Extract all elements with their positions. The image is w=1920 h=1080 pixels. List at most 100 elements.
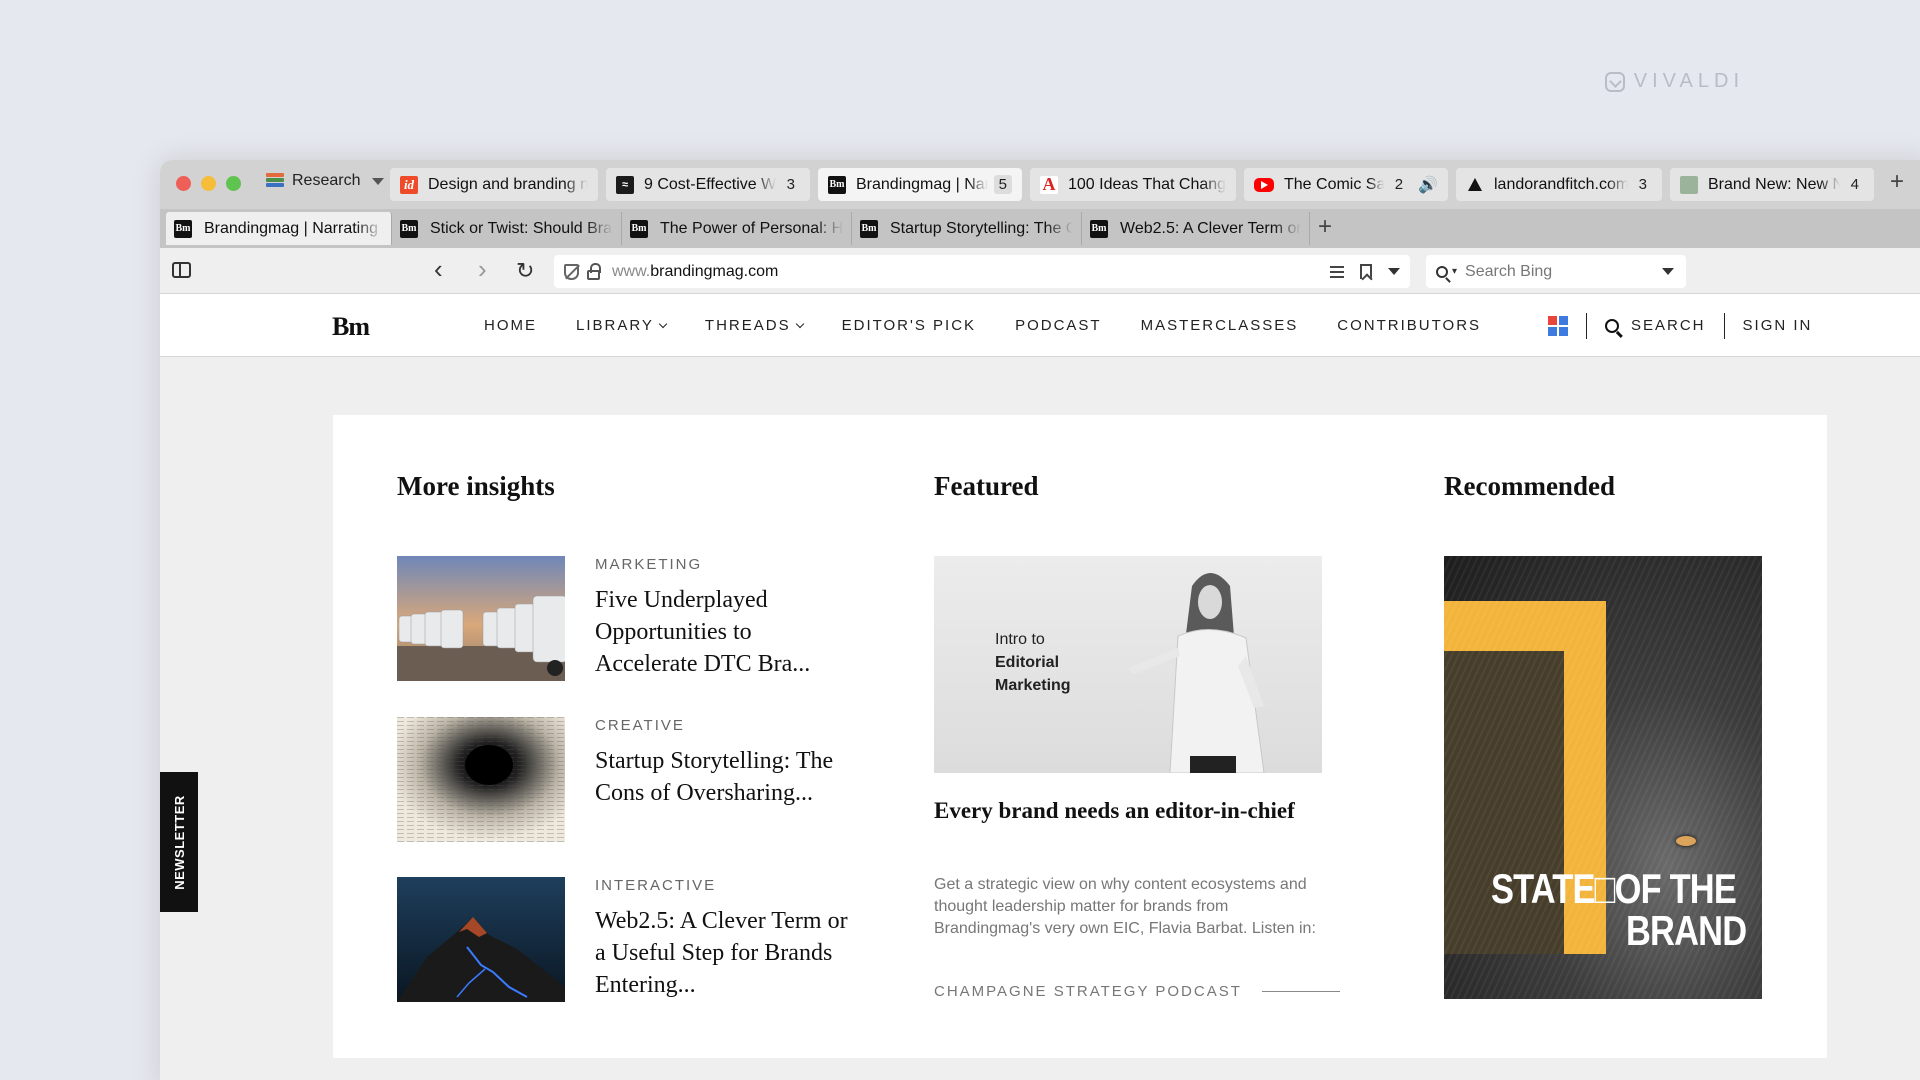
chevron-down-icon[interactable] — [372, 177, 385, 185]
tab[interactable]: A 100 Ideas That Changed — [1030, 168, 1236, 201]
search-input[interactable]: ▾ Search Bing — [1426, 255, 1686, 288]
brandnew-favicon-icon — [1680, 175, 1698, 194]
featured-image[interactable]: Intro to Editorial Marketing — [934, 556, 1322, 773]
insight-thumbnail[interactable] — [397, 717, 565, 842]
tab-count: 3 — [786, 176, 795, 193]
nav-threads[interactable]: THREADS — [705, 317, 804, 334]
minimize-window-button[interactable] — [201, 176, 216, 191]
divider — [1261, 991, 1340, 992]
search-icon — [1436, 265, 1448, 278]
panel-icon — [172, 262, 191, 278]
tab[interactable]: The Comic Sans 2 🔊 — [1244, 168, 1448, 201]
stack-tab[interactable]: Bm The Power of Personal: Ho — [622, 212, 852, 245]
insight-title[interactable]: Web2.5: A Clever Term or a Useful Step f… — [595, 905, 855, 1001]
divider — [1586, 312, 1587, 339]
tab[interactable]: landorandfitch.com 3 — [1456, 168, 1662, 201]
insight-category[interactable]: CREATIVE — [595, 717, 685, 734]
chevron-down-icon[interactable] — [1662, 268, 1674, 275]
cw-favicon-icon: ≈ — [616, 175, 634, 194]
brandingmag-favicon-icon: Bm — [630, 219, 648, 238]
a-favicon-icon: A — [1040, 174, 1058, 194]
brand-grid-icon[interactable] — [1548, 315, 1568, 336]
section-title-featured: Featured — [934, 471, 1039, 501]
reader-view-icon[interactable] — [1330, 265, 1344, 278]
tab-count: 5 — [993, 175, 1012, 194]
speaker-icon[interactable]: 🔊 — [1418, 175, 1438, 195]
chevron-down-icon — [795, 319, 804, 328]
id-favicon-icon: id — [400, 175, 418, 194]
stack-tab[interactable]: Bm Startup Storytelling: The C — [852, 212, 1082, 245]
tab[interactable]: Brand New: New Na 4 — [1670, 168, 1874, 201]
stack-tab[interactable]: Bm Web2.5: A Clever Term or a — [1082, 212, 1310, 245]
url-domain: brandingmag.com — [650, 262, 779, 280]
address-field[interactable]: www. brandingmag.com — [554, 255, 1410, 288]
tab-count: 2 — [1394, 176, 1404, 193]
back-arrow-icon: ‹ — [434, 254, 443, 284]
divider — [1723, 312, 1725, 339]
search-engine-chevron-icon: ▾ — [1452, 266, 1458, 277]
bookmark-icon[interactable] — [1360, 264, 1372, 279]
tab[interactable]: ≈ 9 Cost-Effective Wa 3 — [606, 168, 810, 201]
landor-favicon-icon — [1466, 176, 1484, 194]
tracker-blocker-icon[interactable] — [564, 263, 579, 280]
chevron-down-icon — [658, 319, 668, 328]
newsletter-tab[interactable]: NEWSLETTER — [160, 772, 198, 912]
tab-active[interactable]: Bm Brandingmag | Narr 5 — [818, 168, 1022, 201]
insight-item[interactable]: MARKETING Five Underplayed Opportunities… — [397, 556, 867, 682]
featured-title[interactable]: Every brand needs an editor-in-chief — [934, 796, 1314, 825]
insight-thumbnail[interactable] — [397, 877, 565, 1002]
insight-category[interactable]: INTERACTIVE — [595, 877, 716, 894]
featured-description: Get a strategic view on why content ecos… — [934, 876, 1316, 937]
main-nav: HOME LIBRARY THREADS EDITOR'S PICK PODCA… — [484, 294, 1481, 357]
search-icon — [1605, 318, 1619, 333]
content-card: More insights Featured Recommended MARKE… — [333, 415, 1827, 1058]
site-logo[interactable]: Bm — [332, 312, 370, 342]
tab-count: 3 — [1638, 176, 1647, 193]
featured-podcast-link[interactable]: CHAMPAGNE STRATEGY PODCAST — [934, 983, 1340, 1000]
vivaldi-wordmark: VIVALDI — [1633, 70, 1744, 92]
new-tab-plus-icon[interactable]: + — [1890, 170, 1904, 194]
close-window-button[interactable] — [176, 176, 191, 191]
recommended-title-line2: BRAND — [1626, 907, 1747, 954]
nav-library[interactable]: LIBRARY — [576, 317, 668, 334]
search-placeholder: Search Bing — [1465, 262, 1553, 280]
window-controls — [176, 176, 241, 191]
brandingmag-favicon-icon: Bm — [174, 219, 192, 238]
maximize-window-button[interactable] — [226, 176, 241, 191]
insight-thumbnail[interactable] — [397, 556, 565, 681]
site-search-button[interactable]: SEARCH — [1605, 317, 1706, 334]
brandingmag-favicon-icon: Bm — [400, 219, 418, 238]
tab-count: 4 — [1850, 176, 1859, 193]
nav-contributors[interactable]: CONTRIBUTORS — [1337, 317, 1481, 334]
insight-title[interactable]: Five Underplayed Opportunities to Accele… — [595, 584, 855, 680]
panel-toggle-button[interactable] — [172, 262, 191, 278]
nav-home[interactable]: HOME — [484, 317, 537, 334]
back-button[interactable]: ‹ — [434, 256, 443, 282]
wolf-eye — [1676, 836, 1696, 846]
brandingmag-favicon-icon: Bm — [828, 175, 846, 194]
browser-window: Research id Design and branding ne ≈ 9 C… — [160, 160, 1920, 1080]
insight-category[interactable]: MARKETING — [595, 556, 702, 573]
reload-button[interactable]: ↻ — [516, 258, 534, 284]
stack-tab-active[interactable]: Bm Brandingmag | Narrating th — [166, 212, 392, 245]
tab[interactable]: id Design and branding ne — [390, 168, 598, 201]
forward-button[interactable]: › — [478, 256, 487, 282]
insight-item[interactable]: CREATIVE Startup Storytelling: The Cons … — [397, 717, 867, 843]
insight-title[interactable]: Startup Storytelling: The Cons of Oversh… — [595, 745, 855, 809]
nav-editors-pick[interactable]: EDITOR'S PICK — [842, 317, 976, 334]
stack-tab[interactable]: Bm Stick or Twist: Should Bran — [392, 212, 622, 245]
section-title-more-insights: More insights — [397, 471, 555, 501]
tab-bar: Research id Design and branding ne ≈ 9 C… — [160, 160, 1920, 209]
tab-stack-research[interactable]: Research — [266, 172, 385, 190]
lock-icon[interactable] — [587, 262, 601, 280]
sign-in-link[interactable]: SIGN IN — [1743, 317, 1813, 334]
insight-item[interactable]: INTERACTIVE Web2.5: A Clever Term or a U… — [397, 877, 867, 1003]
recommended-image[interactable]: STATE□OF THE BRAND — [1444, 556, 1762, 999]
section-title-recommended: Recommended — [1444, 471, 1615, 501]
chevron-down-icon[interactable] — [1388, 268, 1400, 275]
nav-podcast[interactable]: PODCAST — [1015, 317, 1102, 334]
add-stack-tab-plus-icon[interactable]: + — [1318, 215, 1332, 239]
vivaldi-watermark: VIVALDI — [1604, 70, 1744, 93]
nav-masterclasses[interactable]: MASTERCLASSES — [1141, 317, 1299, 334]
brandingmag-favicon-icon: Bm — [1090, 219, 1108, 238]
